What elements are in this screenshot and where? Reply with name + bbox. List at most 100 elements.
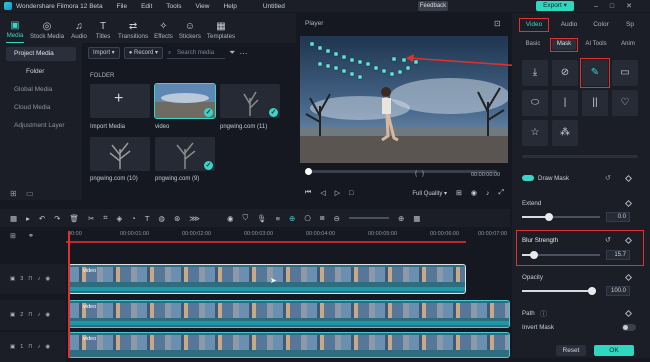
snap-icon[interactable]: ⊕	[289, 214, 295, 223]
audio-icon[interactable]: ♪	[38, 276, 41, 282]
double-line-mask-icon[interactable]: ||	[582, 90, 608, 116]
voiceover-icon[interactable]: ≡	[276, 214, 280, 223]
color-icon[interactable]: ◍	[158, 214, 165, 223]
track-index: 1	[20, 344, 24, 350]
info-icon: ⓘ	[540, 311, 547, 318]
ruler-tick: 00:00:07:00	[478, 231, 508, 237]
blur-strength-value[interactable]: 15.7	[606, 250, 630, 260]
text-icon[interactable]: T	[145, 214, 150, 223]
star-mask-icon[interactable]: ☆	[522, 120, 548, 146]
clip-name: video	[83, 336, 97, 342]
redo-icon[interactable]: ↷	[54, 214, 60, 223]
player-controls: ⏮ ◁ ▷ □ Full Quality ▾ ⊞ ◉ ♪ ⤢	[305, 187, 510, 199]
crop-icon[interactable]: ⌗	[103, 213, 107, 223]
tag-icon[interactable]: ◈	[117, 214, 123, 223]
playhead[interactable]	[68, 231, 70, 358]
tab-speed[interactable]: Sp	[620, 21, 640, 28]
video-clip-track-3[interactable]: video	[68, 264, 466, 294]
more-tools-icon[interactable]: ⋙	[189, 214, 200, 223]
split-icon[interactable]: ⧈	[320, 213, 325, 223]
eye-icon[interactable]: ◉	[45, 312, 50, 318]
mask-circle-slash-icon[interactable]: ⊘	[552, 60, 578, 86]
zoom-slider[interactable]	[348, 217, 389, 219]
invert-mask-label: Invert Mask	[522, 324, 554, 331]
range-bar	[66, 241, 466, 243]
layout-icon[interactable]: ▦	[413, 214, 420, 223]
path-label: Path	[522, 310, 535, 317]
playback-progress[interactable]	[305, 168, 497, 175]
timeline-ruler[interactable]: 00:00 00:00:01:00 00:00:02:00 00:00:03:0…	[66, 229, 510, 241]
microphone-icon[interactable]: 🎙	[257, 214, 267, 223]
draw-mask-toggle[interactable]	[522, 175, 534, 181]
shield-icon[interactable]: ⛉	[242, 213, 248, 223]
extend-slider[interactable]	[522, 213, 600, 221]
rectangle-mask-icon[interactable]: ▭	[612, 60, 638, 86]
mark-in-out-icon[interactable]: { }	[415, 171, 424, 177]
subtab-ai-tools[interactable]: AI Tools	[582, 39, 610, 50]
prev-frame-icon[interactable]: ⏮	[305, 189, 311, 197]
subtab-animation[interactable]: Anim	[616, 39, 640, 50]
highlight-box	[550, 38, 578, 52]
clip-name: video	[83, 268, 97, 274]
add-track-icon[interactable]: ⊞	[10, 232, 16, 240]
quality-dropdown[interactable]: Full Quality ▾	[412, 190, 447, 197]
zoom-in-icon[interactable]: ⊕	[398, 214, 404, 223]
opacity-value[interactable]: 100.0	[606, 286, 630, 296]
audio-icon[interactable]: ♪	[38, 312, 41, 318]
blur-strength-label: Blur Strength	[522, 237, 559, 244]
step-back-icon[interactable]: ◁	[320, 189, 325, 197]
marker-icon[interactable]: ⎔	[304, 214, 311, 223]
highlight-box	[519, 18, 549, 32]
monitor-icon[interactable]: ⊞	[456, 189, 462, 197]
lock-icon[interactable]: ⊓	[28, 276, 32, 282]
audio-icon[interactable]: ♪	[38, 344, 41, 350]
ellipse-mask-icon[interactable]: ⬭	[522, 90, 548, 116]
ok-button[interactable]: OK	[594, 345, 634, 356]
link-icon[interactable]: ⚭	[28, 232, 34, 240]
highlight-box	[580, 58, 610, 88]
mouse-cursor-icon: ➤	[270, 276, 277, 285]
tab-audio[interactable]: Audio	[556, 21, 582, 28]
render-icon[interactable]: ◉	[227, 214, 234, 223]
zoom-out-icon[interactable]: ⊖	[334, 214, 340, 223]
video-clip-track-1[interactable]: video	[68, 332, 510, 358]
reset-icon[interactable]: ↺	[605, 236, 611, 244]
single-line-mask-icon[interactable]: |	[552, 90, 578, 116]
subtab-basic[interactable]: Basic	[520, 39, 546, 50]
video-clip-track-2[interactable]: video	[68, 300, 510, 328]
clip-filmstrip	[69, 335, 509, 350]
play-icon[interactable]: ▷	[335, 189, 340, 197]
camera-icon[interactable]: ◉	[471, 189, 477, 197]
speed-icon[interactable]: ◔	[131, 214, 136, 223]
lock-icon[interactable]: ⊓	[28, 344, 32, 350]
delete-icon[interactable]: 🗑	[69, 214, 79, 223]
track-header-2: ▣ 2 ⊓ ♪ ◉	[0, 300, 66, 330]
reset-button[interactable]: Reset	[556, 345, 586, 356]
volume-icon[interactable]: ♪	[486, 190, 490, 197]
extend-value[interactable]: 0.0	[606, 212, 630, 222]
draw-mask-label: Draw Mask	[538, 175, 569, 182]
cut-icon[interactable]: ✂	[88, 214, 94, 223]
eye-icon[interactable]: ◉	[45, 344, 50, 350]
lock-icon[interactable]: ⊓	[28, 312, 32, 318]
blur-strength-slider[interactable]	[522, 251, 600, 259]
grid-icon[interactable]: ▦	[10, 214, 17, 223]
heart-mask-icon[interactable]: ♡	[612, 90, 638, 116]
reset-icon[interactable]: ↺	[605, 174, 611, 182]
eye-icon[interactable]: ◉	[45, 276, 50, 282]
fullscreen-icon[interactable]: ⤢	[499, 189, 505, 197]
pointer-icon[interactable]: ▸	[26, 214, 30, 223]
progress-handle[interactable]	[305, 168, 312, 175]
track-header-3: ▣ 3 ⊓ ♪ ◉	[0, 264, 66, 294]
invert-mask-toggle[interactable]	[622, 324, 636, 331]
opacity-slider[interactable]	[522, 287, 596, 295]
timecode: 00:00:00:00	[471, 172, 501, 178]
stop-icon[interactable]: □	[349, 190, 353, 197]
highlight-box	[516, 230, 644, 266]
ai-icon[interactable]: ⊛	[174, 214, 180, 223]
brush-mask-icon[interactable]: ⁂	[552, 120, 578, 146]
undo-icon[interactable]: ↶	[39, 214, 45, 223]
mask-import-icon[interactable]: ⤓	[522, 60, 548, 86]
tab-color[interactable]: Color	[588, 21, 614, 28]
mask-scrollbar[interactable]	[522, 155, 638, 158]
